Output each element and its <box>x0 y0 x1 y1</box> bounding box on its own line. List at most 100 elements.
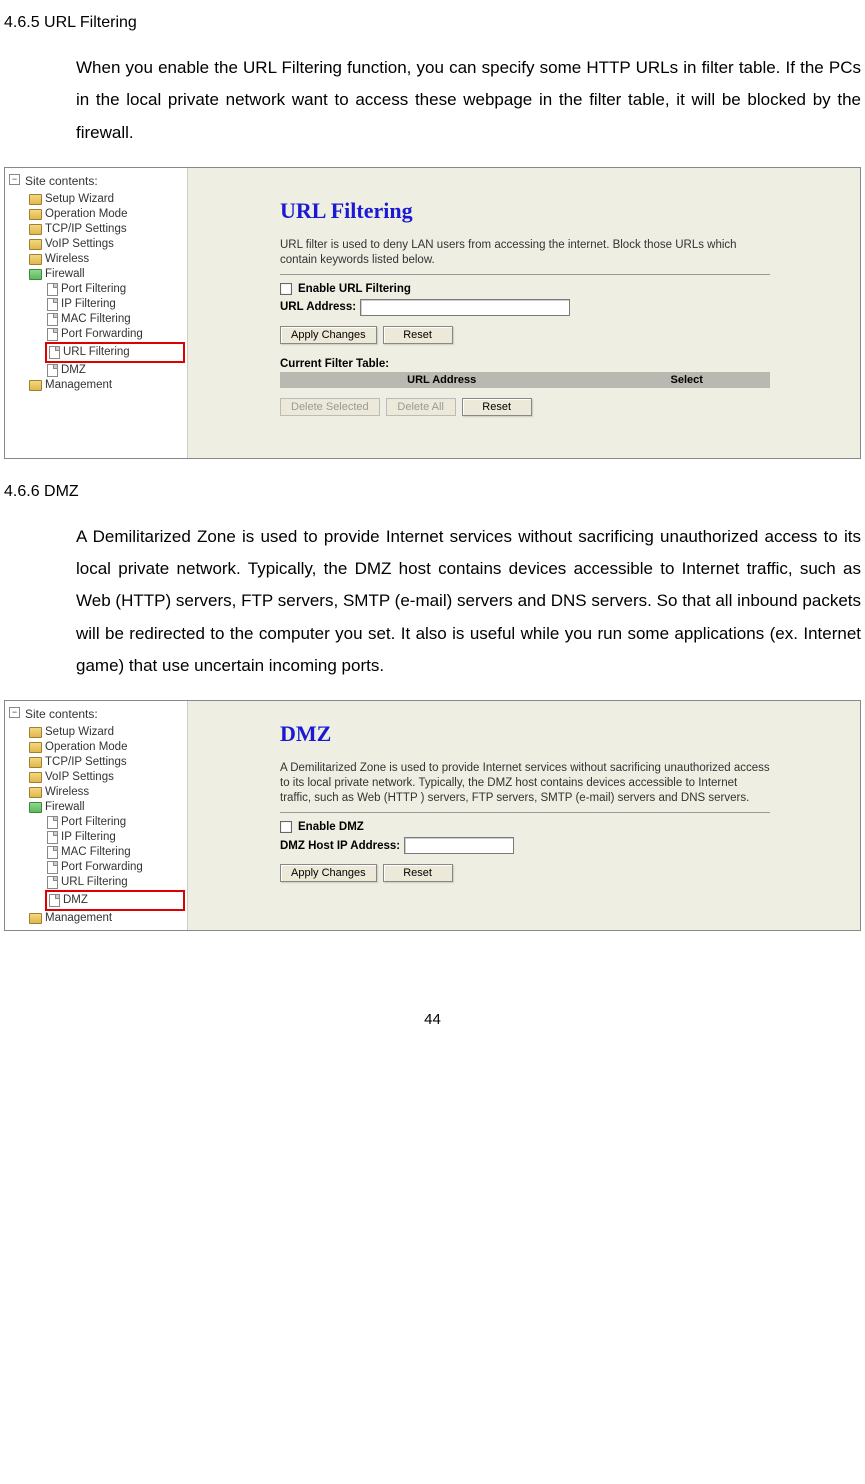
folder-icon <box>29 913 42 924</box>
sidebar-item-label: Port Filtering <box>61 815 126 830</box>
folder-icon <box>29 757 42 768</box>
sidebar-item-wireless[interactable]: Wireless <box>7 785 185 800</box>
file-icon <box>47 846 58 859</box>
table-header-row: URL Address Select <box>280 372 770 388</box>
reset-button[interactable]: Reset <box>383 864 453 882</box>
reset-button[interactable]: Reset <box>383 326 453 344</box>
sidebar-item-wireless[interactable]: Wireless <box>7 252 185 267</box>
sidebar-title-label: Site contents: <box>25 174 98 188</box>
folder-icon <box>29 742 42 753</box>
apply-changes-button[interactable]: Apply Changes <box>280 326 377 344</box>
section-heading-dmz: 4.6.6 DMZ <box>4 483 865 501</box>
folder-icon <box>29 380 42 391</box>
folder-icon <box>29 239 42 250</box>
file-icon <box>47 283 58 296</box>
sidebar-item-management[interactable]: Management <box>7 911 185 926</box>
file-icon <box>49 894 60 907</box>
sidebar-item-ip-filtering[interactable]: IP Filtering <box>7 297 185 312</box>
button-row-delete: Delete Selected Delete All Reset <box>280 398 770 416</box>
enable-url-filtering-checkbox[interactable] <box>280 283 292 295</box>
sidebar-item-label: IP Filtering <box>61 297 116 312</box>
sidebar-item-label: Operation Mode <box>45 207 127 222</box>
file-icon <box>47 364 58 377</box>
enable-dmz-checkbox[interactable] <box>280 821 292 833</box>
sidebar-item-firewall[interactable]: Firewall <box>7 267 185 282</box>
sidebar-item-tcpip[interactable]: TCP/IP Settings <box>7 222 185 237</box>
sidebar-item-port-forwarding[interactable]: Port Forwarding <box>7 860 185 875</box>
folder-open-icon <box>29 269 42 280</box>
sidebar-item-port-filtering[interactable]: Port Filtering <box>7 815 185 830</box>
sidebar-item-label: MAC Filtering <box>61 845 131 860</box>
sidebar: − Site contents: Setup Wizard Operation … <box>5 168 188 458</box>
sidebar-item-setup-wizard[interactable]: Setup Wizard <box>7 725 185 740</box>
delete-all-button[interactable]: Delete All <box>386 398 456 416</box>
folder-icon <box>29 224 42 235</box>
sidebar-title-label: Site contents: <box>25 707 98 721</box>
file-icon <box>47 313 58 326</box>
sidebar-item-dmz[interactable]: DMZ <box>45 890 185 911</box>
file-icon <box>47 328 58 341</box>
sidebar-item-label: Firewall <box>45 267 85 282</box>
enable-url-filtering-label: Enable URL Filtering <box>298 283 411 295</box>
collapse-icon[interactable]: − <box>9 174 20 185</box>
sidebar-item-label: Firewall <box>45 800 85 815</box>
screenshot-url-filtering: − Site contents: Setup Wizard Operation … <box>4 167 861 459</box>
file-icon <box>47 298 58 311</box>
file-icon <box>47 831 58 844</box>
folder-icon <box>29 254 42 265</box>
sidebar: − Site contents: Setup Wizard Operation … <box>5 701 188 930</box>
collapse-icon[interactable]: − <box>9 707 20 718</box>
url-address-input[interactable] <box>360 299 570 316</box>
sidebar-item-label: Management <box>45 378 112 393</box>
sidebar-item-operation-mode[interactable]: Operation Mode <box>7 207 185 222</box>
sidebar-item-dmz[interactable]: DMZ <box>7 363 185 378</box>
sidebar-item-label: Port Forwarding <box>61 860 143 875</box>
sidebar-item-label: Port Forwarding <box>61 327 143 342</box>
sidebar-item-label: Wireless <box>45 785 89 800</box>
sidebar-item-label: IP Filtering <box>61 830 116 845</box>
apply-changes-button[interactable]: Apply Changes <box>280 864 377 882</box>
enable-dmz-label: Enable DMZ <box>298 821 364 833</box>
sidebar-item-setup-wizard[interactable]: Setup Wizard <box>7 192 185 207</box>
url-address-label: URL Address: <box>280 301 356 313</box>
dmz-host-ip-input[interactable] <box>404 837 514 854</box>
sidebar-item-label: URL Filtering <box>61 875 128 890</box>
sidebar-item-operation-mode[interactable]: Operation Mode <box>7 740 185 755</box>
sidebar-item-tcpip[interactable]: TCP/IP Settings <box>7 755 185 770</box>
column-select: Select <box>603 372 770 388</box>
content-panel-url-filtering: URL Filtering URL filter is used to deny… <box>188 168 860 458</box>
sidebar-item-label: Management <box>45 911 112 926</box>
sidebar-item-management[interactable]: Management <box>7 378 185 393</box>
sidebar-item-label: TCP/IP Settings <box>45 755 127 770</box>
sidebar-item-firewall[interactable]: Firewall <box>7 800 185 815</box>
section-heading-url-filtering: 4.6.5 URL Filtering <box>4 14 865 32</box>
sidebar-item-url-filtering[interactable]: URL Filtering <box>7 875 185 890</box>
screenshot-dmz: − Site contents: Setup Wizard Operation … <box>4 700 861 931</box>
sidebar-item-voip[interactable]: VoIP Settings <box>7 237 185 252</box>
sidebar-item-label: Port Filtering <box>61 282 126 297</box>
reset-table-button[interactable]: Reset <box>462 398 532 416</box>
file-icon <box>47 861 58 874</box>
sidebar-item-label: VoIP Settings <box>45 770 114 785</box>
url-address-row: URL Address: <box>280 299 770 316</box>
current-filter-table-label: Current Filter Table: <box>280 358 770 370</box>
sidebar-item-ip-filtering[interactable]: IP Filtering <box>7 830 185 845</box>
separator <box>280 274 770 275</box>
sidebar-item-label: Wireless <box>45 252 89 267</box>
sidebar-item-port-filtering[interactable]: Port Filtering <box>7 282 185 297</box>
sidebar-item-port-forwarding[interactable]: Port Forwarding <box>7 327 185 342</box>
panel-title: URL Filtering <box>280 198 770 224</box>
body-text-dmz: A Demilitarized Zone is used to provide … <box>76 521 861 682</box>
sidebar-title: − Site contents: <box>7 705 185 725</box>
sidebar-item-url-filtering[interactable]: URL Filtering <box>45 342 185 363</box>
filter-table: URL Address Select <box>280 372 770 388</box>
file-icon <box>47 816 58 829</box>
column-url-address: URL Address <box>280 372 603 388</box>
delete-selected-button[interactable]: Delete Selected <box>280 398 380 416</box>
folder-icon <box>29 772 42 783</box>
sidebar-item-voip[interactable]: VoIP Settings <box>7 770 185 785</box>
sidebar-item-mac-filtering[interactable]: MAC Filtering <box>7 845 185 860</box>
panel-description: URL filter is used to deny LAN users fro… <box>280 238 770 268</box>
button-row-apply: Apply Changes Reset <box>280 326 770 344</box>
sidebar-item-mac-filtering[interactable]: MAC Filtering <box>7 312 185 327</box>
